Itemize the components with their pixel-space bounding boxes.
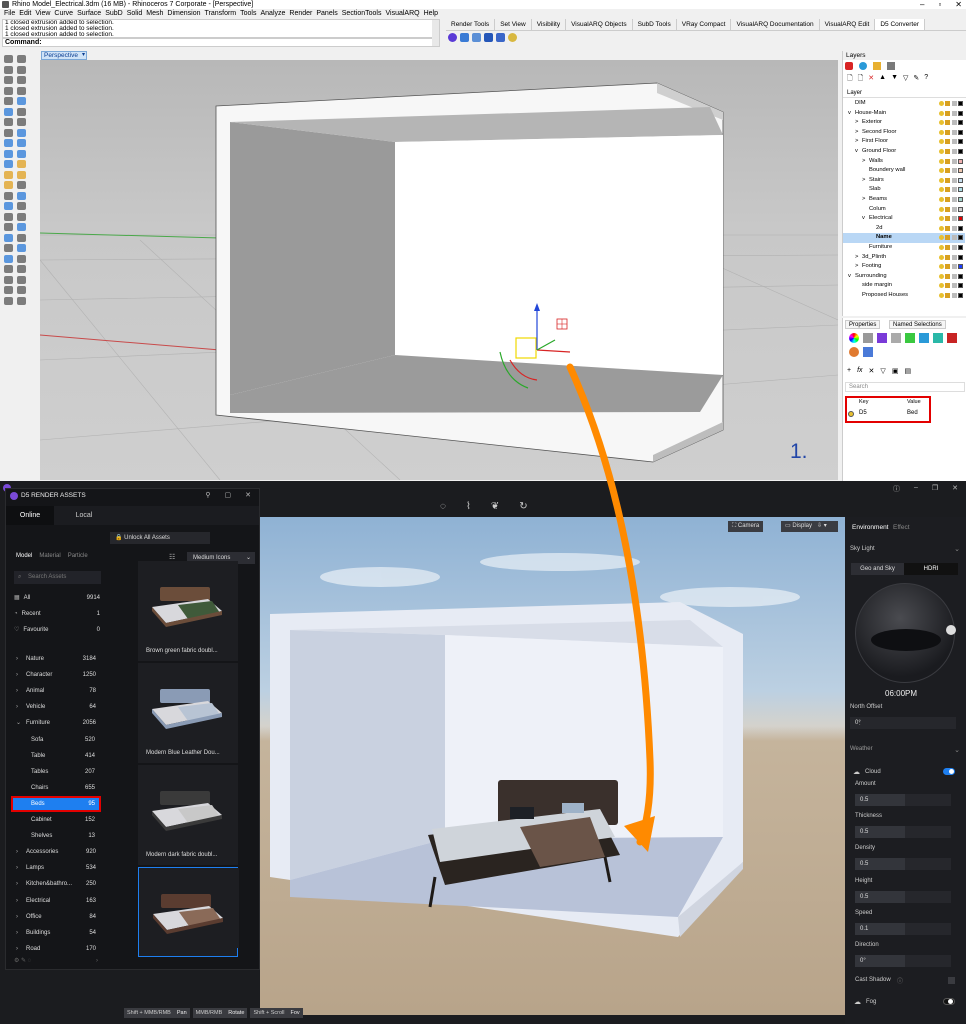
asset-thumbnail	[138, 765, 238, 845]
weather-field-value: 0.5	[860, 829, 869, 836]
weather-field-value: 0°	[860, 958, 866, 964]
tab-effect[interactable]: Effect	[893, 524, 910, 531]
assets-tabs: Online Local	[6, 506, 259, 525]
shortcut-action: Rotate	[228, 1010, 245, 1016]
weather-field-value: 0.1	[860, 925, 869, 932]
weather-fields: Amount 0.5 Thickness 0.5 Density 0.5 Height 0.5…	[845, 781, 966, 971]
orange-arrow	[566, 363, 654, 846]
d5-assets-panel: D5 RENDER ASSETS ⚲ ▢ ✕ Online Local 🔒 Un…	[5, 488, 260, 970]
popout-icon[interactable]: ▢	[225, 491, 232, 499]
unlock-label: Unlock All Assets	[124, 535, 170, 541]
asset-thumbnail	[138, 561, 238, 641]
pin-icon[interactable]: ⚲	[205, 491, 210, 499]
cast-shadow-label: Cast Shadow	[855, 977, 891, 983]
shortcut-keys: MMB/RMB	[195, 1010, 223, 1016]
weather-field-label: Thickness	[855, 813, 883, 820]
shortcut-hint-bar: Shift + MMB/RMB Pan MMB/RMB Rotate Shift + S…	[124, 1008, 303, 1018]
sky-light-chevron-icon[interactable]: ⌄	[954, 545, 960, 553]
shortcut-keys: Shift + MMB/RMB	[127, 1010, 171, 1016]
asset-card[interactable]	[138, 867, 239, 957]
weather-field-label: Direction	[855, 942, 879, 948]
fog-icon: ☁	[854, 999, 861, 1006]
weather-field-input[interactable]: 0.5	[855, 794, 951, 806]
d5-assets-logo-icon	[10, 492, 18, 500]
north-offset-label: North Offset	[850, 704, 883, 710]
asset-thumbnail	[139, 868, 239, 948]
weather-field-label: Height	[855, 877, 873, 884]
asset-card[interactable]: Modern Blue Leather Dou...	[138, 663, 238, 763]
tab-online[interactable]: Online	[6, 506, 54, 525]
asset-card-list: Brown green fabric doubl... Modern Blue L…	[6, 559, 259, 959]
asset-caption: Brown green fabric doubl...	[146, 648, 218, 654]
weather-field-input[interactable]: 0.5	[855, 858, 951, 871]
north-offset-more-icon: ⋮	[856, 720, 863, 726]
d5-render-window: ◌ ⌇ ❦ ↻ ⓘ – ❐ ✕ ⛶ Camera ▭ Display ⇩ ▾ D…	[0, 363, 966, 1024]
fog-label: Fog	[866, 999, 877, 1005]
cloud-label: Cloud	[865, 769, 881, 775]
shortcut-keys: Shift + Scroll	[253, 1010, 285, 1016]
assets-footer: ⚙ ✎ ◌ ›	[6, 954, 106, 968]
weather-label: Weather	[850, 746, 873, 752]
shortcut-hint: Shift + MMB/RMB Pan	[124, 1008, 190, 1018]
weather-field-value: 0.5	[860, 861, 869, 868]
shortcut-action: Fov	[290, 1010, 300, 1016]
shortcut-hint: Shift + Scroll Fov	[250, 1008, 303, 1018]
cloud-toggle[interactable]	[943, 768, 955, 775]
weather-field-label: Amount	[855, 781, 876, 787]
north-offset-input[interactable]: 0°⋮	[850, 717, 956, 729]
assets-panel-title: D5 RENDER ASSETS	[21, 492, 86, 499]
asset-thumbnail	[138, 663, 238, 743]
tab-environment[interactable]: Environment	[852, 524, 889, 531]
sky-light-label: Sky Light	[850, 546, 875, 552]
environment-panel: Environment Effect Sky Light ⌄ Geo and S…	[845, 517, 966, 1024]
cast-shadow-checkbox[interactable]	[948, 977, 955, 984]
sky-mode-toggle: Geo and Sky HDRI	[851, 563, 958, 575]
weather-field-input[interactable]: 0.5	[855, 890, 951, 903]
time-display: 06:00PM	[885, 689, 918, 698]
asset-caption: Modern dark fabric doubl...	[146, 852, 218, 858]
weather-field-value: 0.5	[860, 797, 869, 803]
shortcut-hint: MMB/RMB Rotate	[192, 1008, 248, 1018]
shortcut-action: Pan	[176, 1010, 187, 1016]
fog-toggle[interactable]	[943, 998, 955, 1005]
sun-dial-base	[871, 629, 941, 651]
sun-dial[interactable]	[855, 583, 956, 683]
asset-card[interactable]: Brown green fabric doubl...	[138, 561, 238, 661]
assets-panel-controls: ⚲ ▢ ✕	[205, 491, 251, 499]
weather-chevron-icon[interactable]: ⌄	[954, 746, 960, 754]
asset-caption: Modern Blue Leather Dou...	[146, 750, 220, 756]
asset-card[interactable]: Modern dark fabric doubl...	[138, 765, 238, 865]
unlock-all-assets-button[interactable]: 🔒 Unlock All Assets	[110, 532, 210, 544]
tab-local[interactable]: Local	[64, 506, 104, 525]
collapse-chevron-icon[interactable]: ›	[96, 954, 98, 968]
weather-field-label: Speed	[855, 909, 873, 916]
orange-arrow-head	[624, 816, 655, 852]
weather-field-input[interactable]: 0.5	[855, 826, 951, 839]
assets-close-icon[interactable]: ✕	[245, 491, 251, 499]
bed-thumbnail-image	[152, 587, 222, 627]
weather-field-value: 0.5	[860, 893, 869, 900]
weather-field-input[interactable]: 0°	[855, 955, 951, 967]
hdri-button[interactable]: HDRI	[904, 563, 958, 575]
geo-and-sky-button[interactable]: Geo and Sky	[851, 563, 904, 575]
cast-shadow-help-icon[interactable]: ⓘ	[897, 976, 903, 985]
weather-field-label: Density	[855, 845, 876, 852]
cloud-icon: ☁	[853, 769, 860, 776]
bed-thumbnail-image	[153, 894, 223, 934]
bed-thumbnail-image	[152, 791, 222, 831]
sun-handle-icon[interactable]	[946, 625, 956, 635]
bed-thumbnail-image	[152, 689, 222, 729]
weather-field-input[interactable]: 0.1	[855, 922, 951, 935]
